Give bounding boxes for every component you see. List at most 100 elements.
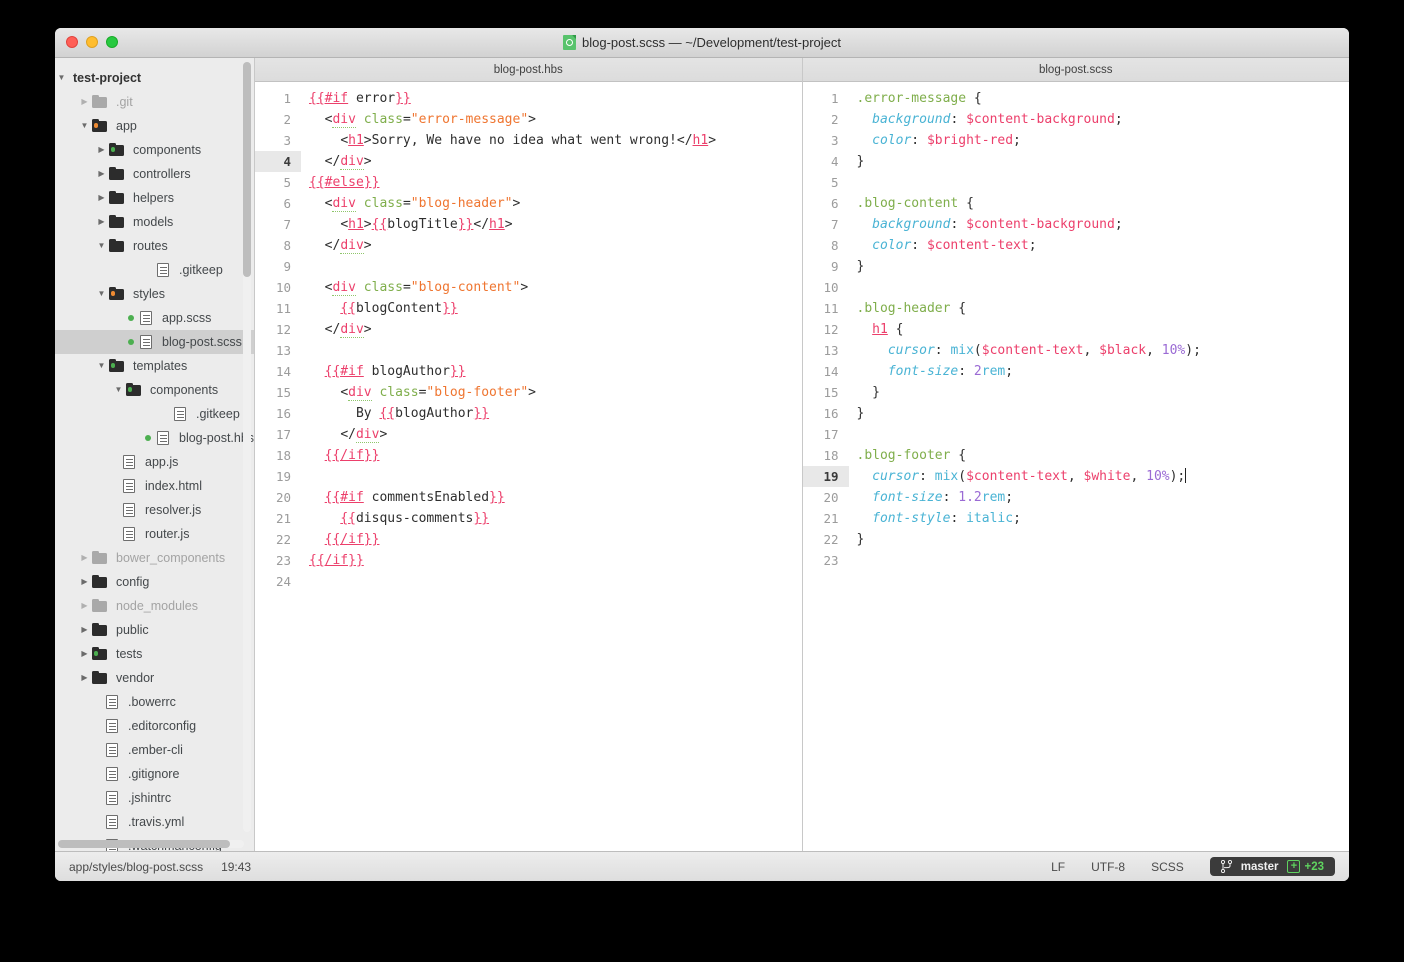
code-line[interactable]: 10 [803, 277, 1350, 298]
chevron-right-icon[interactable]: ▶ [78, 602, 91, 610]
chevron-down-icon[interactable]: ▼ [78, 122, 91, 130]
tree-item-blog-post-hbs[interactable]: ▶blog-post.hbs [55, 426, 254, 450]
code-line[interactable]: 19 cursor: mix($content-text, $white, 10… [802, 466, 1350, 487]
chevron-right-icon[interactable]: ▶ [78, 626, 91, 634]
tree-item--bowerrc[interactable]: ▶.bowerrc [55, 690, 254, 714]
chevron-right-icon[interactable]: ▶ [78, 650, 91, 658]
tree-item-app-js[interactable]: ▶app.js [55, 450, 254, 474]
chevron-down-icon[interactable]: ▼ [55, 74, 68, 82]
code-line[interactable]: 5 [803, 172, 1350, 193]
code-line[interactable]: 3 <h1>Sorry, We have no idea what went w… [255, 130, 802, 151]
tree-item--travis-yml[interactable]: ▶.travis.yml [55, 810, 254, 834]
chevron-right-icon[interactable]: ▶ [78, 554, 91, 562]
minimize-button[interactable] [86, 36, 98, 48]
code-line[interactable]: 2 <div class="error-message"> [255, 109, 802, 130]
code-line[interactable]: 21 font-style: italic; [803, 508, 1350, 529]
code-line[interactable]: 16} [803, 403, 1350, 424]
tree-item-templates[interactable]: ▼ templates [55, 354, 254, 378]
code-editor-hbs[interactable]: 1 {{#if error}} 2 <div class="error-messag… [255, 82, 802, 851]
tree-item--ember-cli[interactable]: ▶.ember-cli [55, 738, 254, 762]
zoom-button[interactable] [106, 36, 118, 48]
tree-item--gitkeep[interactable]: ▶.gitkeep [55, 258, 254, 282]
tree-item--gitignore[interactable]: ▶.gitignore [55, 762, 254, 786]
chevron-right-icon[interactable]: ▶ [78, 674, 91, 682]
code-line[interactable]: 3 color: $bright-red; [803, 130, 1350, 151]
tree-item-bower-components[interactable]: ▶ bower_components [55, 546, 254, 570]
tree-item-app[interactable]: ▼ app [55, 114, 254, 138]
tree-item-routes[interactable]: ▼ routes [55, 234, 254, 258]
status-file-path[interactable]: app/styles/blog-post.scss [69, 860, 203, 874]
code-line[interactable]: 7 background: $content-background; [803, 214, 1350, 235]
chevron-right-icon[interactable]: ▶ [78, 578, 91, 586]
chevron-right-icon[interactable]: ▶ [95, 170, 108, 178]
status-line-ending[interactable]: LF [1051, 860, 1065, 874]
tree-item-resolver-js[interactable]: ▶resolver.js [55, 498, 254, 522]
code-line[interactable]: 21 {{disqus-comments}} [255, 508, 802, 529]
code-line[interactable]: 17 [803, 424, 1350, 445]
status-grammar[interactable]: SCSS [1151, 860, 1184, 874]
code-line[interactable]: 5 {{#else}} [255, 172, 802, 193]
code-line[interactable]: 23 {{/if}} [255, 550, 802, 571]
tree-item-models[interactable]: ▶ models [55, 210, 254, 234]
tree-item-styles[interactable]: ▼ styles [55, 282, 254, 306]
code-line[interactable]: 22} [803, 529, 1350, 550]
code-line[interactable]: 15 <div class="blog-footer"> [255, 382, 802, 403]
sidebar-vertical-scrollbar[interactable] [243, 62, 251, 832]
tree-item-router-js[interactable]: ▶router.js [55, 522, 254, 546]
status-cursor-position[interactable]: 19:43 [221, 860, 251, 874]
tree-root-item[interactable]: ▼ test-project [55, 66, 254, 90]
code-line[interactable]: 4} [803, 151, 1350, 172]
tree-item-public[interactable]: ▶ public [55, 618, 254, 642]
tree-item-components[interactable]: ▶ components [55, 138, 254, 162]
code-line[interactable]: 14 font-size: 2rem; [803, 361, 1350, 382]
code-line[interactable]: 11 .blog-header { [803, 298, 1350, 319]
code-line[interactable]: 16 By {{blogAuthor}} [255, 403, 802, 424]
code-line[interactable]: 14 {{#if blogAuthor}} [255, 361, 802, 382]
code-line[interactable]: 8 </div> [255, 235, 802, 256]
code-line[interactable]: 19 [255, 466, 802, 487]
chevron-down-icon[interactable]: ▼ [112, 386, 125, 394]
tree-item--gitkeep[interactable]: ▶.gitkeep [55, 402, 254, 426]
chevron-right-icon[interactable]: ▶ [95, 146, 108, 154]
tree-item-index-html[interactable]: ▶index.html [55, 474, 254, 498]
code-line[interactable]: 9} [803, 256, 1350, 277]
tree-item-vendor[interactable]: ▶ vendor [55, 666, 254, 690]
code-line[interactable]: 8 color: $content-text; [803, 235, 1350, 256]
code-line[interactable]: 18 .blog-footer { [803, 445, 1350, 466]
tree-item-helpers[interactable]: ▶ helpers [55, 186, 254, 210]
code-line[interactable]: 11 {{blogContent}} [255, 298, 802, 319]
chevron-right-icon[interactable]: ▶ [78, 98, 91, 106]
code-line[interactable]: 22 {{/if}} [255, 529, 802, 550]
tree-item-components[interactable]: ▼ components [55, 378, 254, 402]
tree-item-node-modules[interactable]: ▶ node_modules [55, 594, 254, 618]
code-line[interactable]: 18 {{/if}} [255, 445, 802, 466]
code-line[interactable]: 23 [803, 550, 1350, 571]
chevron-down-icon[interactable]: ▼ [95, 242, 108, 250]
tree-item-tests[interactable]: ▶ tests [55, 642, 254, 666]
code-line[interactable]: 13 cursor: mix($content-text, $black, 10… [803, 340, 1350, 361]
code-line[interactable]: 12 h1 { [803, 319, 1350, 340]
code-line[interactable]: 20 font-size: 1.2rem; [803, 487, 1350, 508]
code-line[interactable]: 1 {{#if error}} [255, 88, 802, 109]
close-button[interactable] [66, 36, 78, 48]
tree-item--editorconfig[interactable]: ▶.editorconfig [55, 714, 254, 738]
code-line[interactable]: 12 </div> [255, 319, 802, 340]
tree-item--jshintrc[interactable]: ▶.jshintrc [55, 786, 254, 810]
tree-item-config[interactable]: ▶ config [55, 570, 254, 594]
code-line[interactable]: 15 } [803, 382, 1350, 403]
code-line[interactable]: 13 [255, 340, 802, 361]
code-editor-scss[interactable]: 1 .error-message {2 background: $content-… [802, 82, 1350, 851]
chevron-down-icon[interactable]: ▼ [95, 290, 108, 298]
code-line[interactable]: 17 </div> [255, 424, 802, 445]
tree-item-blog-post-scss[interactable]: ▶blog-post.scss [55, 330, 254, 354]
code-line[interactable]: 7 <h1>{{blogTitle}}</h1> [255, 214, 802, 235]
tab-blog-post-hbs[interactable]: blog-post.hbs [255, 58, 802, 82]
chevron-right-icon[interactable]: ▶ [95, 194, 108, 202]
code-line[interactable]: 24 [255, 571, 802, 592]
chevron-right-icon[interactable]: ▶ [95, 218, 108, 226]
chevron-down-icon[interactable]: ▼ [95, 362, 108, 370]
git-status-badge[interactable]: master + +23 [1209, 857, 1335, 876]
code-line[interactable]: 4 </div> [255, 151, 802, 172]
code-line[interactable]: 20 {{#if commentsEnabled}} [255, 487, 802, 508]
status-encoding[interactable]: UTF-8 [1091, 860, 1125, 874]
